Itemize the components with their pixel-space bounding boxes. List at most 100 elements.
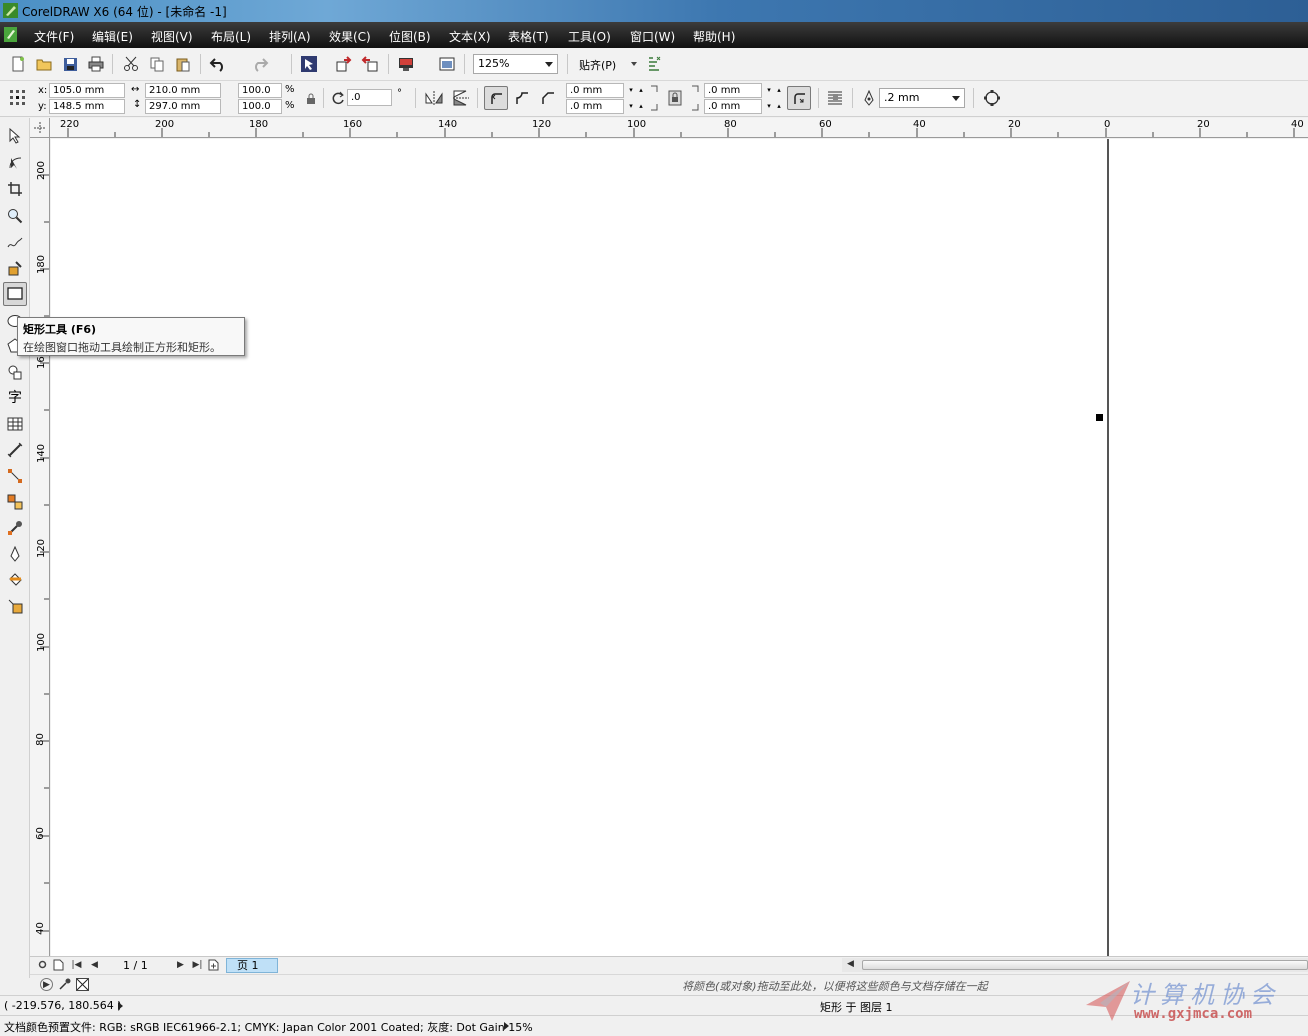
- last-page-icon[interactable]: ▶|: [191, 959, 204, 972]
- eyedropper-tool-icon[interactable]: [5, 518, 25, 538]
- height-field[interactable]: 297.0 mm: [145, 99, 221, 114]
- menu-tools[interactable]: 工具(O): [568, 28, 611, 45]
- outline-width-select[interactable]: .2 mm: [879, 88, 965, 108]
- scrollbar-thumb[interactable]: [862, 960, 1308, 970]
- save-icon[interactable]: [60, 54, 80, 74]
- scale-y-field[interactable]: 100.0: [238, 99, 282, 114]
- first-page-icon[interactable]: |◀: [70, 959, 83, 972]
- selection-handle[interactable]: [1096, 414, 1103, 421]
- spinner-icon[interactable]: ▴: [636, 100, 646, 112]
- export-icon[interactable]: [360, 54, 380, 74]
- snap-to-menu[interactable]: 贴齐(P): [579, 57, 616, 73]
- expand-arrow-icon[interactable]: [504, 1022, 509, 1030]
- menu-help[interactable]: 帮助(H): [693, 28, 735, 45]
- vertical-ruler[interactable]: 200 180 160 140 120 100 80 60 40: [30, 138, 50, 956]
- corner-radius-bottom-right-field[interactable]: .0 mm: [704, 99, 762, 114]
- menu-bitmaps[interactable]: 位图(B): [389, 28, 431, 45]
- zoom-tool-icon[interactable]: [5, 206, 25, 226]
- welcome-screen-icon[interactable]: [437, 54, 457, 74]
- horizontal-ruler[interactable]: 220 200 180 160 140 120 100 80 60 40 20 …: [50, 118, 1308, 138]
- add-page-before-icon[interactable]: [52, 959, 65, 972]
- corner-radius-top-left-field[interactable]: .0 mm: [566, 83, 624, 98]
- mirror-horizontal-icon[interactable]: [424, 88, 444, 108]
- table-tool-icon[interactable]: [5, 414, 25, 434]
- paste-icon[interactable]: [173, 54, 193, 74]
- cut-icon[interactable]: [121, 54, 141, 74]
- zoom-level-select[interactable]: 125%: [473, 54, 558, 74]
- menu-file[interactable]: 文件(F): [34, 28, 74, 45]
- menu-arrange[interactable]: 排列(A): [269, 28, 311, 45]
- print-icon[interactable]: [86, 54, 106, 74]
- copy-icon[interactable]: [147, 54, 167, 74]
- eyedropper-icon[interactable]: [58, 978, 71, 991]
- add-page-after-icon[interactable]: [207, 959, 220, 972]
- menu-window[interactable]: 窗口(W): [630, 28, 675, 45]
- new-document-icon[interactable]: [8, 54, 28, 74]
- horizontal-scrollbar[interactable]: ◀: [842, 958, 1308, 972]
- spinner-icon[interactable]: ▴: [774, 100, 784, 112]
- convert-to-curves-icon[interactable]: [982, 88, 1002, 108]
- search-content-icon[interactable]: [299, 54, 319, 74]
- y-position-field[interactable]: 148.5 mm: [49, 99, 125, 114]
- options-icon[interactable]: [645, 54, 665, 74]
- menu-effects[interactable]: 效果(C): [329, 28, 371, 45]
- corner-radius-bottom-left-field[interactable]: .0 mm: [566, 99, 624, 114]
- rectangle-tool-icon[interactable]: [3, 282, 27, 306]
- previous-page-icon[interactable]: ◀: [88, 959, 101, 972]
- scale-corners-icon[interactable]: [787, 86, 811, 110]
- chamfered-corner-icon[interactable]: [538, 88, 558, 108]
- blend-tool-icon[interactable]: [5, 492, 25, 512]
- pick-tool-icon[interactable]: [5, 126, 25, 146]
- parallel-dimension-tool-icon[interactable]: [5, 440, 25, 460]
- snap-dropdown-icon[interactable]: [631, 62, 637, 66]
- open-folder-icon[interactable]: [34, 54, 54, 74]
- wrap-text-icon[interactable]: [826, 88, 846, 108]
- application-launcher-icon[interactable]: [396, 54, 416, 74]
- width-field[interactable]: 210.0 mm: [145, 83, 221, 98]
- next-page-icon[interactable]: ▶: [174, 959, 187, 972]
- spinner-icon[interactable]: ▾: [764, 100, 774, 112]
- x-position-field[interactable]: 105.0 mm: [49, 83, 125, 98]
- smart-fill-tool-icon[interactable]: [5, 258, 25, 278]
- spinner-icon[interactable]: ▾: [626, 84, 636, 96]
- menu-text[interactable]: 文本(X): [449, 28, 491, 45]
- connector-tool-icon[interactable]: [5, 466, 25, 486]
- no-color-swatch-icon[interactable]: [76, 978, 89, 991]
- freehand-tool-icon[interactable]: [5, 232, 25, 252]
- menu-edit[interactable]: 编辑(E): [92, 28, 133, 45]
- import-icon[interactable]: [334, 54, 354, 74]
- spinner-icon[interactable]: ▴: [636, 84, 646, 96]
- corner-radius-top-right-field[interactable]: .0 mm: [704, 83, 762, 98]
- expand-arrow-icon[interactable]: [118, 1002, 123, 1010]
- crop-tool-icon[interactable]: [5, 179, 25, 199]
- color-profile-info[interactable]: 文档颜色预置文件: RGB: sRGB IEC61966-2.1; CMYK: …: [4, 1019, 533, 1035]
- ruler-origin[interactable]: [30, 118, 50, 138]
- scale-x-field[interactable]: 100.0: [238, 83, 282, 98]
- drawing-canvas[interactable]: [51, 139, 1308, 956]
- menu-view[interactable]: 视图(V): [151, 28, 193, 45]
- menu-layout[interactable]: 布局(L): [211, 28, 251, 45]
- basic-shapes-tool-icon[interactable]: [5, 362, 25, 382]
- spinner-icon[interactable]: ▾: [764, 84, 774, 96]
- scroll-left-icon[interactable]: ◀: [844, 958, 857, 971]
- shape-tool-icon[interactable]: [5, 153, 25, 173]
- redo-icon[interactable]: [250, 54, 270, 74]
- settings-icon[interactable]: [36, 959, 49, 972]
- spinner-icon[interactable]: ▴: [774, 84, 784, 96]
- interactive-fill-tool-icon[interactable]: [5, 596, 25, 616]
- text-tool-icon[interactable]: 字: [5, 387, 25, 407]
- spinner-icon[interactable]: ▾: [626, 100, 636, 112]
- outline-tool-icon[interactable]: [5, 544, 25, 564]
- object-origin-icon[interactable]: [8, 88, 28, 108]
- lock-ratio-icon[interactable]: [301, 89, 321, 109]
- palette-menu-icon[interactable]: ▶: [40, 978, 53, 991]
- document-icon[interactable]: [4, 27, 17, 42]
- scalloped-corner-icon[interactable]: [512, 88, 532, 108]
- mirror-vertical-icon[interactable]: [451, 88, 471, 108]
- lock-corners-icon[interactable]: [665, 88, 685, 108]
- coreldraw-app-icon[interactable]: [3, 3, 18, 18]
- rotation-field[interactable]: .0: [347, 89, 392, 106]
- undo-icon[interactable]: [208, 54, 228, 74]
- page-tab[interactable]: 页 1: [226, 958, 278, 973]
- menu-table[interactable]: 表格(T): [508, 28, 549, 45]
